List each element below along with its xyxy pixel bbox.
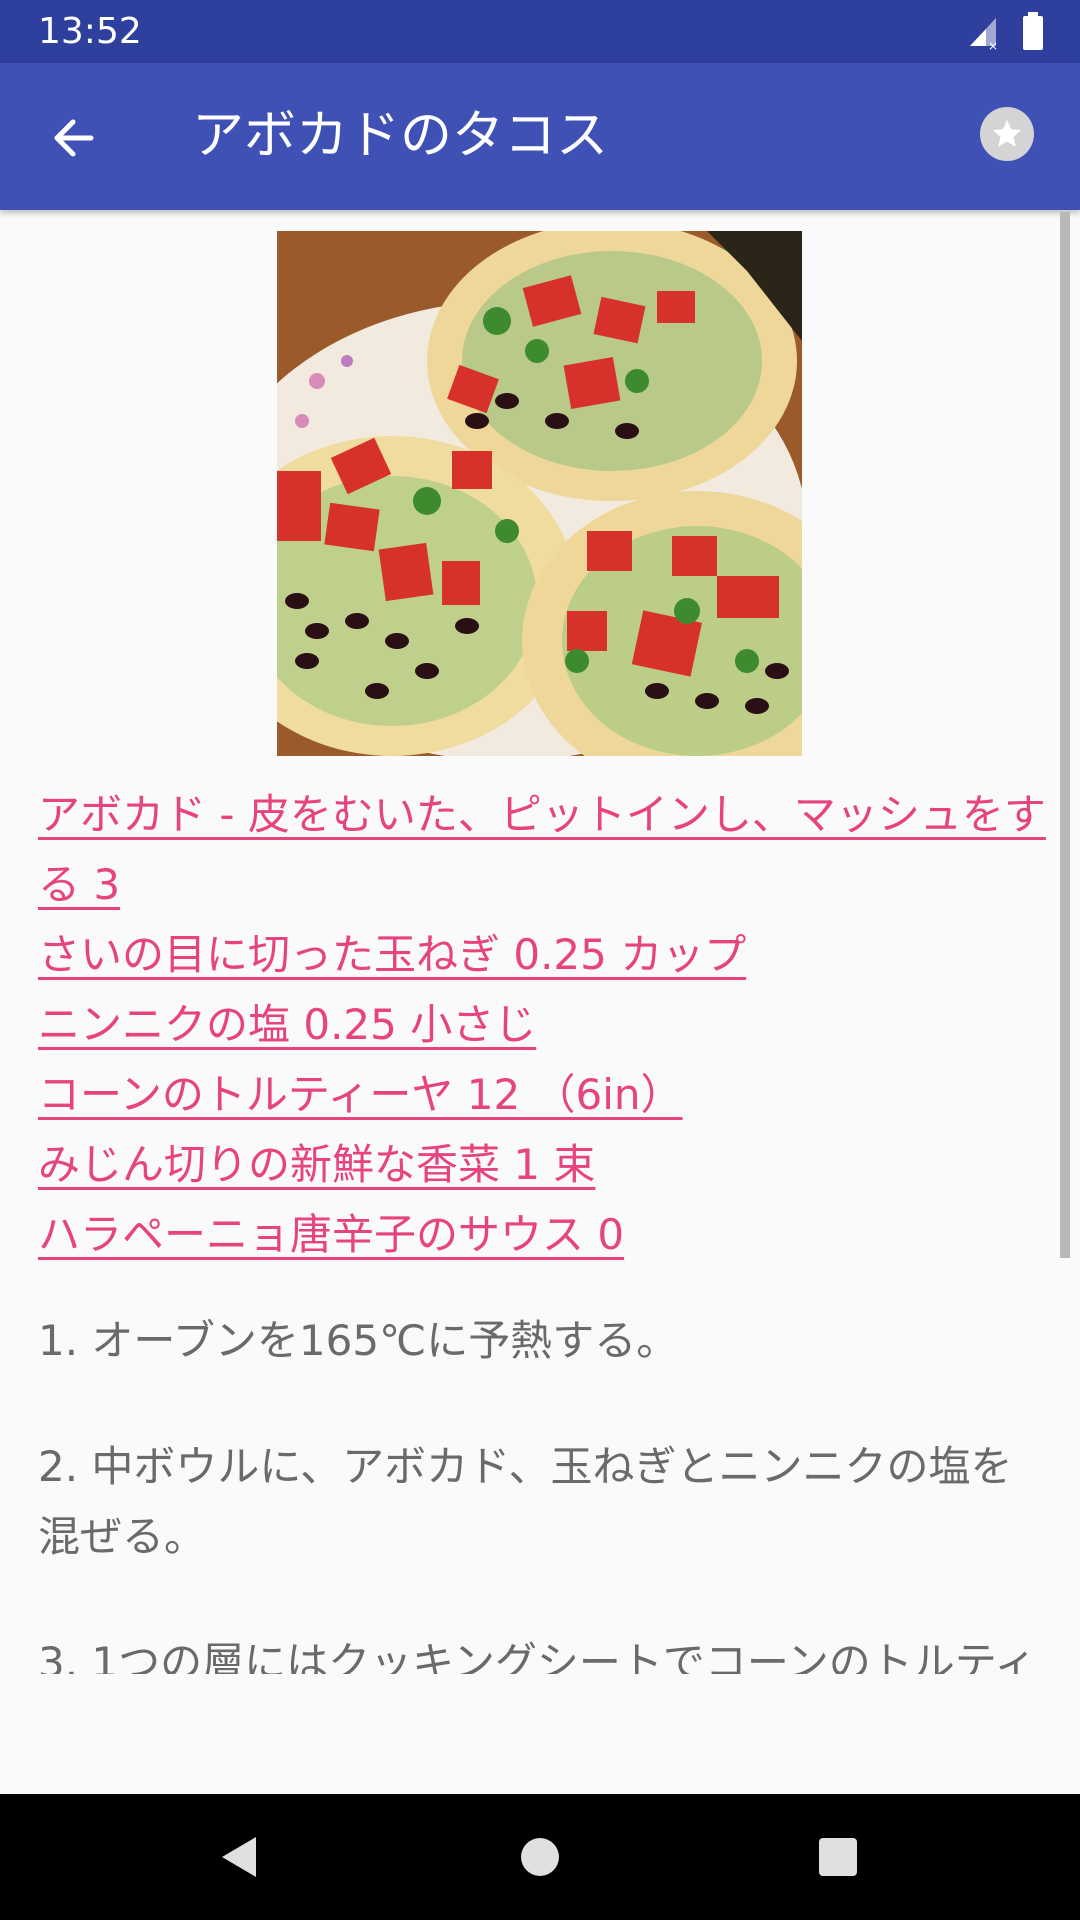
svg-text:×: ×	[988, 39, 998, 52]
ingredient-list: アボカド - 皮をむいた、ピットインし、マッシュをする 3 さいの目に切った玉ね…	[38, 780, 1058, 1270]
back-button[interactable]	[40, 105, 106, 171]
battery-icon	[1023, 12, 1043, 50]
nav-recents-button[interactable]	[802, 1821, 874, 1893]
status-bar: 13:52 ×	[0, 0, 1080, 63]
triangle-back-icon	[222, 1837, 256, 1877]
nav-home-button[interactable]	[504, 1821, 576, 1893]
instruction-step: 2. 中ボウルに、アボカド、玉ねぎとニンニクの塩を混ぜる。	[38, 1442, 1013, 1561]
star-icon	[992, 119, 1022, 147]
circle-home-icon	[521, 1838, 559, 1876]
ingredient-link[interactable]: さいの目に切った玉ねぎ 0.25 カップ	[38, 920, 1058, 990]
status-time: 13:52	[38, 11, 142, 52]
recipe-content[interactable]: アボカド - 皮をむいた、ピットインし、マッシュをする 3 さいの目に切った玉ね…	[0, 210, 1080, 1674]
scrollbar[interactable]	[1060, 212, 1070, 1258]
arrow-back-icon	[54, 119, 94, 157]
instruction-step: 1. オーブンを165℃に予熱する。	[38, 1316, 679, 1365]
ingredient-link[interactable]: ニンニクの塩 0.25 小さじ	[38, 990, 1058, 1060]
square-recents-icon	[819, 1838, 857, 1876]
instruction-list: 1. オーブンを165℃に予熱する。 2. 中ボウルに、アボカド、玉ねぎとニンニ…	[38, 1306, 1048, 1674]
app-bar: アボカドのタコス	[0, 63, 1080, 210]
ingredient-link[interactable]: ハラペーニョ唐辛子のサウス 0	[38, 1200, 1058, 1270]
tacos-photo	[277, 231, 802, 756]
favorite-button[interactable]	[980, 107, 1034, 161]
nav-back-button[interactable]	[204, 1821, 276, 1893]
ingredient-link[interactable]: みじん切りの新鮮な香菜 1 束	[38, 1130, 1058, 1200]
ingredient-link[interactable]: コーンのトルティーヤ 12 （6in）	[38, 1060, 1058, 1130]
status-icons: ×	[966, 12, 1046, 53]
recipe-photo	[277, 231, 802, 756]
instruction-step: 3. 1つの層にはクッキングシートでコーンのトルティーヤを置き、	[38, 1638, 1037, 1674]
page-title: アボカドのタコス	[192, 106, 609, 166]
ingredient-link[interactable]: アボカド - 皮をむいた、ピットインし、マッシュをする 3	[38, 780, 1058, 920]
navigation-bar	[0, 1794, 1080, 1920]
